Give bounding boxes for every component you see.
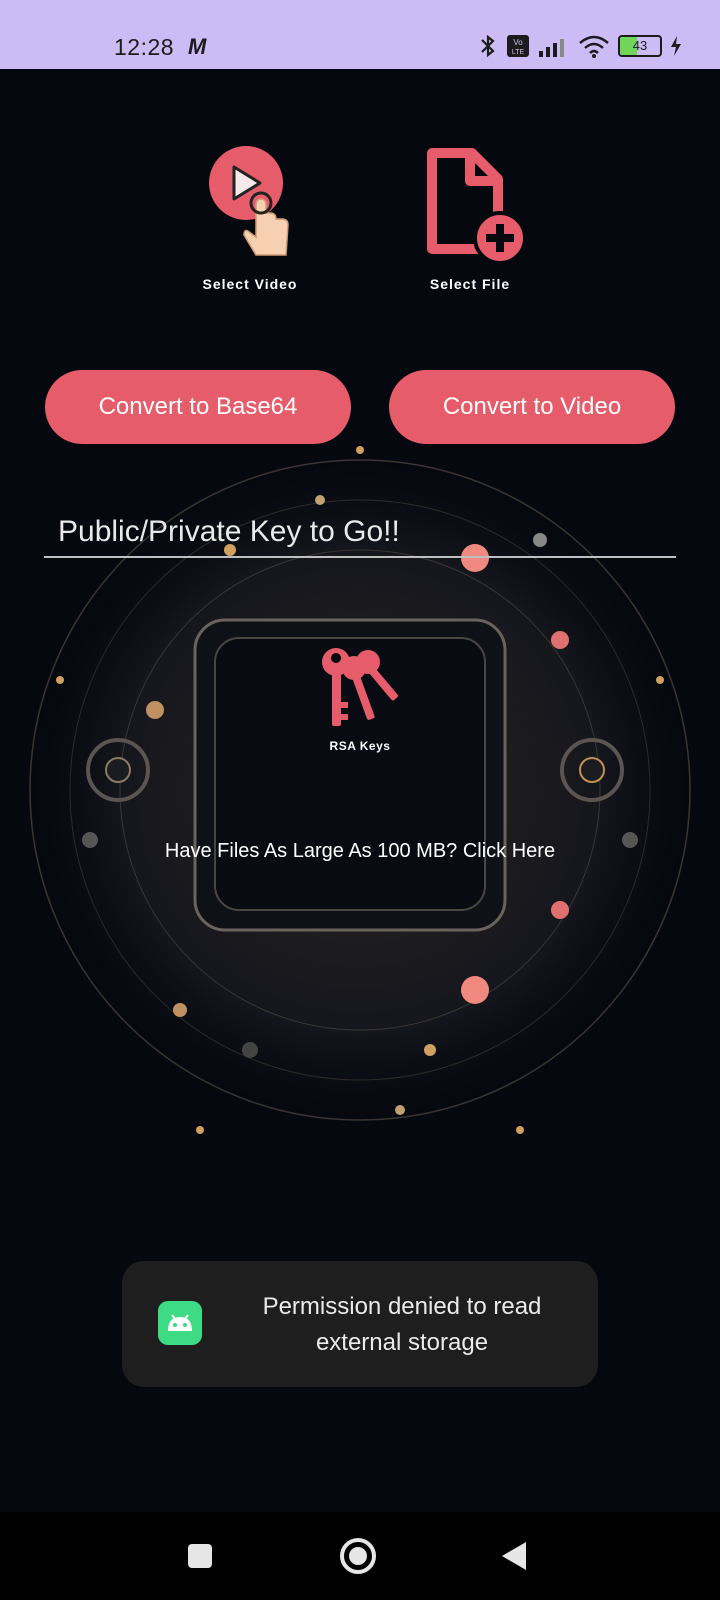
convert-to-base64-button[interactable]: Convert to Base64 — [45, 370, 351, 444]
charging-icon — [671, 36, 681, 56]
recents-button[interactable] — [180, 1536, 220, 1576]
keys-icon — [322, 648, 398, 726]
carrier-icon: M — [188, 34, 207, 59]
add-file-icon — [427, 148, 527, 265]
convert-to-video-button[interactable]: Convert to Video — [389, 370, 675, 444]
volte-icon: Vo LTE — [507, 35, 529, 57]
play-tap-icon — [209, 146, 289, 256]
large-files-link[interactable]: Have Files As Large As 100 MB? Click Her… — [0, 840, 720, 863]
navigation-bar — [0, 1512, 720, 1600]
home-icon — [340, 1538, 376, 1574]
back-button[interactable] — [494, 1536, 534, 1576]
select-video-label: Select Video — [202, 276, 298, 292]
svg-text:LTE: LTE — [512, 49, 525, 56]
back-icon — [502, 1542, 526, 1570]
rsa-keys-button[interactable]: RSA Keys — [310, 640, 410, 753]
battery-icon: 43 — [618, 35, 662, 57]
select-file-label: Select File — [429, 276, 511, 292]
home-button[interactable] — [338, 1536, 378, 1576]
toast-message: Permission denied to read external stora… — [262, 1293, 542, 1356]
recents-icon — [188, 1544, 212, 1568]
permission-toast: Permission denied to read external stora… — [122, 1261, 598, 1387]
rsa-keys-label: RSA Keys — [329, 739, 391, 753]
status-time: 12:28 — [114, 34, 175, 60]
status-bar: 12:28 M Vo LTE 43 — [0, 0, 720, 69]
status-icons: Vo LTE 43 — [478, 34, 682, 58]
select-video-button[interactable]: Select Video — [170, 145, 330, 292]
signal-icon — [539, 39, 564, 57]
key-input[interactable] — [44, 508, 676, 558]
bluetooth-icon — [481, 34, 495, 58]
svg-text:Vo: Vo — [513, 38, 523, 47]
select-file-button[interactable]: Select File — [390, 145, 550, 292]
wifi-icon — [579, 35, 609, 58]
battery-level: 43 — [632, 38, 648, 53]
android-app-icon — [158, 1301, 202, 1345]
